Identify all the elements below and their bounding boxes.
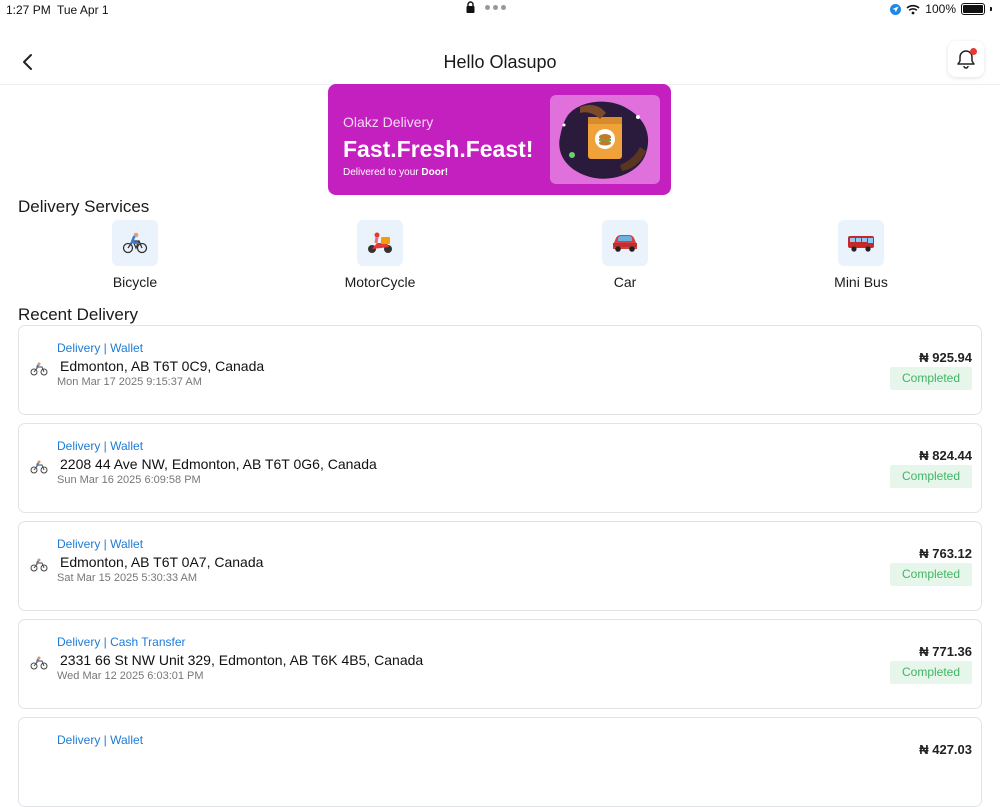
delivery-date: Wed Mar 12 2025 6:03:01 PM xyxy=(57,670,204,682)
battery-tip xyxy=(990,7,992,11)
service-minibus[interactable]: Mini Bus xyxy=(811,220,911,290)
status-date: Tue Apr 1 xyxy=(57,3,109,17)
service-motorcycle[interactable]: MotorCycle xyxy=(330,220,430,290)
status-badge: Completed xyxy=(890,367,972,390)
battery-icon xyxy=(961,3,985,15)
service-label: MotorCycle xyxy=(344,274,416,290)
multitasking-indicator xyxy=(466,1,506,13)
delivery-card[interactable]: Delivery | Wallet Edmonton, AB T6T 0C9, … xyxy=(18,325,982,415)
banner-subtitle-prefix: Delivered to your xyxy=(343,167,422,178)
status-time: 1:27 PM xyxy=(6,3,51,17)
delivery-address: Edmonton, AB T6T 0C9, Canada xyxy=(60,358,265,374)
delivery-date: Sun Mar 16 2025 6:09:58 PM xyxy=(57,474,201,486)
car-icon xyxy=(602,220,648,266)
delivery-date: Mon Mar 17 2025 9:15:37 AM xyxy=(57,376,202,388)
multitasking-dots-icon[interactable] xyxy=(485,4,506,10)
service-label: Car xyxy=(613,274,637,290)
delivery-method: Delivery | Cash Transfer xyxy=(57,635,186,649)
delivery-method: Delivery | Wallet xyxy=(57,341,144,355)
bicycle-icon xyxy=(30,460,48,474)
delivery-amount: ₦ 925.94 xyxy=(919,350,972,365)
delivery-card[interactable]: Delivery | Wallet ₦ 427.03 xyxy=(18,717,982,807)
delivery-amount: ₦ 763.12 xyxy=(919,546,972,561)
promo-banner[interactable]: Olakz Delivery Fast.Fresh.Feast! Deliver… xyxy=(328,84,671,195)
wifi-icon xyxy=(906,4,920,14)
notification-badge xyxy=(970,48,977,55)
delivery-method: Delivery | Wallet xyxy=(57,537,144,551)
delivery-services-title: Delivery Services xyxy=(18,197,150,216)
app-header: Hello Olasupo xyxy=(0,40,1000,85)
delivery-card[interactable]: Delivery | Wallet Edmonton, AB T6T 0A7, … xyxy=(18,521,982,611)
recent-delivery-title: Recent Delivery xyxy=(18,305,138,324)
bicycle-icon xyxy=(30,362,48,376)
service-label: Mini Bus xyxy=(834,274,888,290)
page-title: Hello Olasupo xyxy=(443,52,557,72)
battery-percent: 100% xyxy=(925,2,956,16)
banner-subtitle-emphasis: Door! xyxy=(421,167,449,178)
service-car[interactable]: Car xyxy=(575,220,675,290)
status-right: 100% xyxy=(890,2,992,16)
status-badge: Completed xyxy=(890,563,972,586)
service-bicycle[interactable]: Bicycle xyxy=(85,220,185,290)
bicycle-icon xyxy=(30,558,48,572)
delivery-address: Edmonton, AB T6T 0A7, Canada xyxy=(60,554,264,570)
minibus-icon xyxy=(838,220,884,266)
delivery-method: Delivery | Wallet xyxy=(57,733,144,747)
banner-brand: Olakz Delivery xyxy=(343,114,434,130)
delivery-services: Bicycle MotorCycle Car Mini Bus xyxy=(0,220,1000,292)
banner-illustration xyxy=(550,95,660,184)
delivery-amount: ₦ 771.36 xyxy=(919,644,972,659)
banner-subtitle: Delivered to your Door! xyxy=(343,167,448,178)
delivery-amount: ₦ 824.44 xyxy=(919,448,972,463)
delivery-card[interactable]: Delivery | Wallet 2208 44 Ave NW, Edmont… xyxy=(18,423,982,513)
service-label: Bicycle xyxy=(112,274,158,290)
bicycle-icon xyxy=(112,220,158,266)
location-icon xyxy=(890,3,902,15)
delivery-card[interactable]: Delivery | Cash Transfer 2331 66 St NW U… xyxy=(18,619,982,709)
motorcycle-icon xyxy=(357,220,403,266)
lock-icon xyxy=(466,1,475,13)
status-bar: 1:27 PM Tue Apr 1 100% xyxy=(0,0,1000,20)
delivery-date: Sat Mar 15 2025 5:30:33 AM xyxy=(57,572,198,584)
banner-tagline: Fast.Fresh.Feast! xyxy=(343,136,534,162)
status-badge: Completed xyxy=(890,465,972,488)
delivery-address: 2208 44 Ave NW, Edmonton, AB T6T 0G6, Ca… xyxy=(60,456,377,472)
delivery-method: Delivery | Wallet xyxy=(57,439,144,453)
status-badge: Completed xyxy=(890,661,972,684)
bicycle-icon xyxy=(30,656,48,670)
notifications-button[interactable] xyxy=(948,41,984,77)
delivery-address: 2331 66 St NW Unit 329, Edmonton, AB T6K… xyxy=(60,652,424,668)
